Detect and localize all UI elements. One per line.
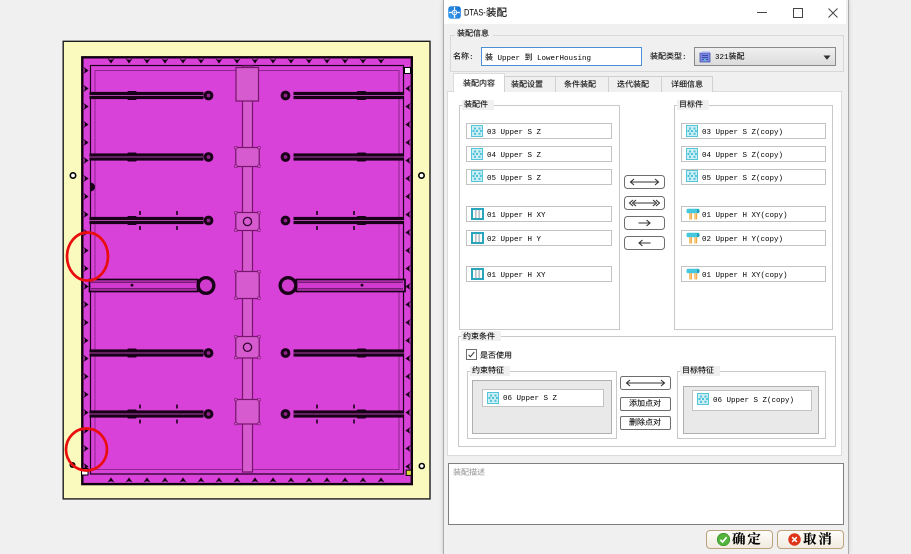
svg-text:01 Upper H XY: 01 Upper H XY [487,212,546,220]
svg-text::: : [469,54,474,62]
svg-text::: : [682,54,687,62]
svg-text:05 Upper S Z(copy): 05 Upper S Z(copy) [702,175,783,183]
svg-text:02 Upper H Y: 02 Upper H Y [487,236,542,244]
svg-text:06 Upper S Z: 06 Upper S Z [503,395,558,403]
svg-text:06 Upper S Z(copy): 06 Upper S Z(copy) [713,396,794,404]
svg-text:01 Upper H XY(copy): 01 Upper H XY(copy) [702,272,788,280]
svg-text:02 Upper H Y(copy): 02 Upper H Y(copy) [702,236,783,244]
svg-text:DTAS-: DTAS- [464,7,486,17]
svg-text:03 Upper S Z: 03 Upper S Z [487,129,542,137]
svg-text:04 Upper S Z: 04 Upper S Z [487,152,542,160]
svg-text:05 Upper S Z: 05 Upper S Z [487,175,542,183]
svg-text:04 Upper S Z(copy): 04 Upper S Z(copy) [702,152,783,160]
svg-text:LowerHousing: LowerHousing [533,54,592,62]
svg-text:03 Upper S Z(copy): 03 Upper S Z(copy) [702,129,783,137]
svg-text:01 Upper H XY(copy): 01 Upper H XY(copy) [702,212,788,220]
svg-text:321: 321 [715,54,729,62]
svg-text:Upper: Upper [493,54,525,62]
svg-text:01 Upper H XY: 01 Upper H XY [487,272,546,280]
